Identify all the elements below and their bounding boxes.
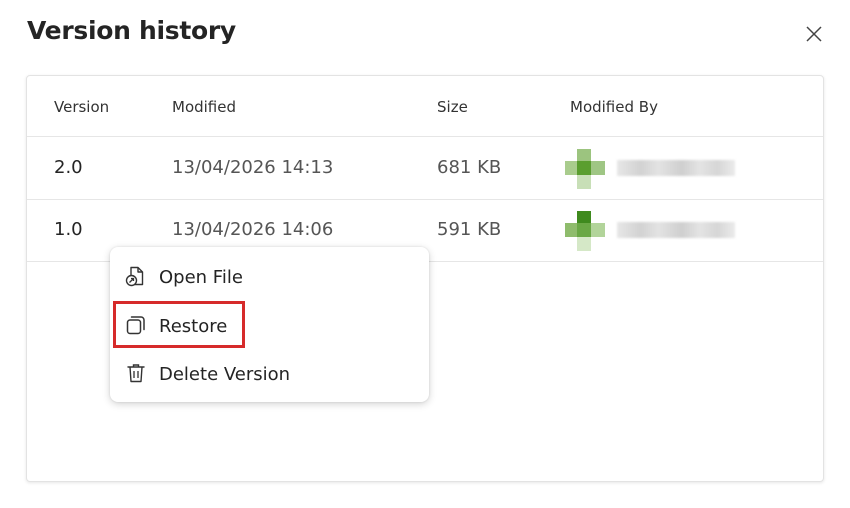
open-file-icon: [125, 266, 144, 287]
modified-cell: 13/04/2026 14:06: [172, 219, 334, 240]
table-row[interactable]: 2.0 13/04/2026 14:13 681 KB: [27, 137, 823, 200]
dialog-title: Version history: [27, 16, 236, 45]
modified-by-name-redacted: [617, 222, 735, 238]
menu-item-open-file[interactable]: Open File: [110, 253, 429, 299]
menu-item-restore[interactable]: Restore: [110, 302, 429, 348]
avatar: [565, 211, 605, 251]
column-header-size[interactable]: Size: [437, 98, 468, 116]
version-cell: 2.0: [54, 157, 83, 178]
column-header-modified-by[interactable]: Modified By: [570, 98, 658, 116]
menu-item-delete-version[interactable]: Delete Version: [110, 350, 429, 396]
menu-item-label: Restore: [159, 316, 228, 337]
modified-by-name-redacted: [617, 160, 735, 176]
menu-item-label: Open File: [159, 267, 243, 288]
version-cell: 1.0: [54, 219, 83, 240]
restore-icon: [126, 316, 145, 335]
trash-icon: [127, 364, 145, 383]
close-icon: [806, 26, 822, 42]
context-menu: Open File Restore Delete Version: [110, 247, 429, 402]
column-header-modified[interactable]: Modified: [172, 98, 236, 116]
close-button[interactable]: [800, 20, 828, 48]
size-cell: 681 KB: [437, 157, 502, 178]
column-header-version[interactable]: Version: [54, 98, 109, 116]
size-cell: 591 KB: [437, 219, 502, 240]
menu-item-label: Delete Version: [159, 364, 291, 385]
table-header: Version Modified Size Modified By: [27, 76, 823, 137]
modified-cell: 13/04/2026 14:13: [172, 157, 334, 178]
avatar: [565, 149, 605, 189]
